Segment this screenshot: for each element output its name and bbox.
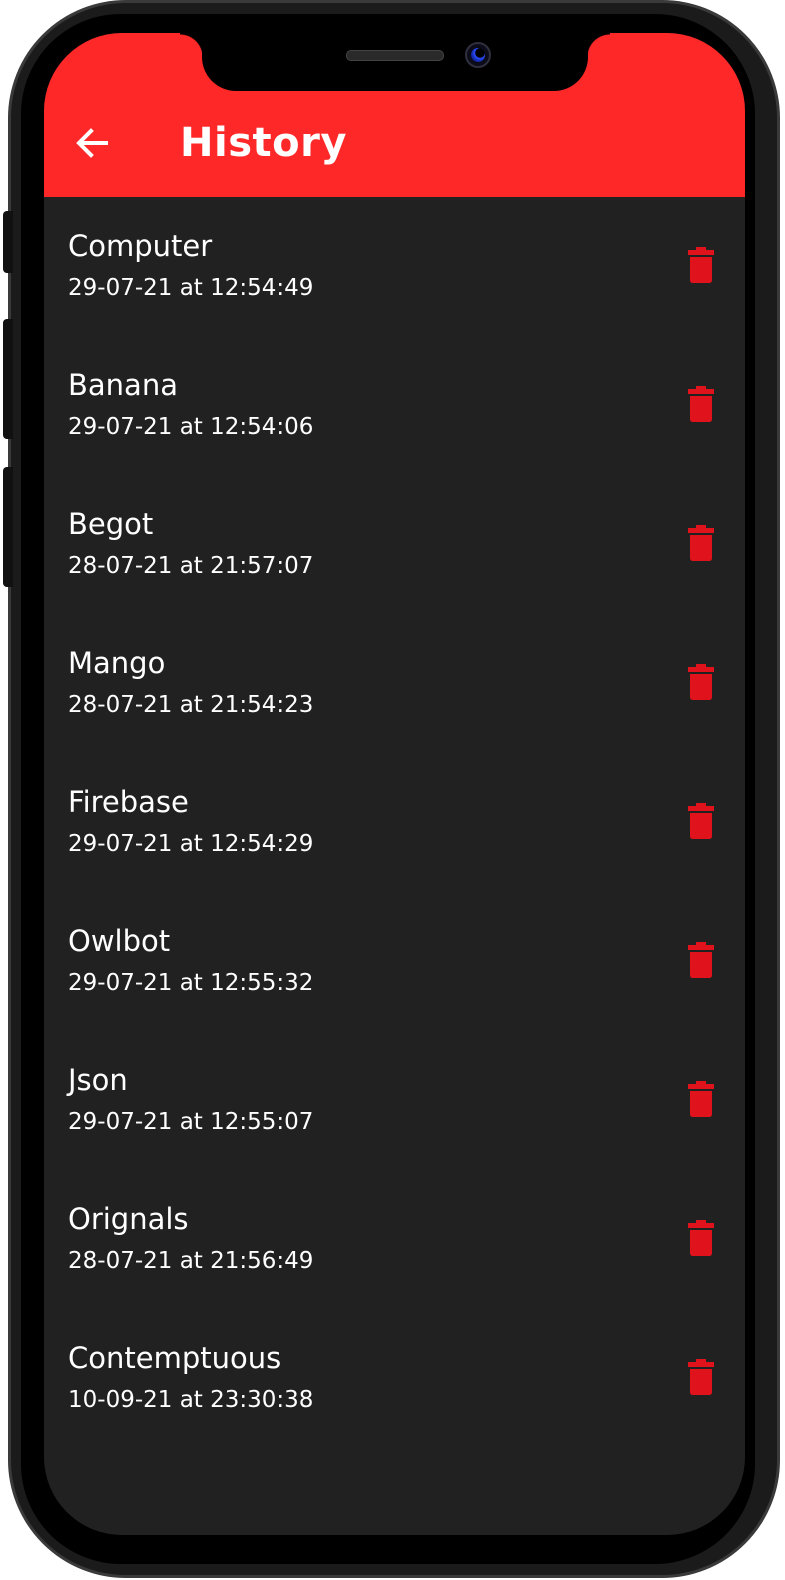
history-timestamp: 10-09-21 at 23:30:38: [68, 1387, 314, 1413]
volume-down-button: [3, 467, 13, 587]
history-item[interactable]: Owlbot 29-07-21 at 12:55:32: [44, 892, 745, 1031]
history-item[interactable]: Mango 28-07-21 at 21:54:23: [44, 614, 745, 753]
delete-button[interactable]: [686, 384, 716, 424]
trash-icon: [688, 803, 714, 839]
trash-icon: [688, 1220, 714, 1256]
history-item[interactable]: Contemptuous 10-09-21 at 23:30:38: [44, 1309, 745, 1448]
camera-notch: [180, 33, 610, 91]
delete-button[interactable]: [686, 1218, 716, 1258]
front-camera: [465, 42, 491, 68]
history-timestamp: 29-07-21 at 12:55:32: [68, 970, 314, 996]
back-button[interactable]: [72, 123, 112, 163]
history-item[interactable]: Computer 29-07-21 at 12:54:49: [44, 197, 745, 336]
history-word: Computer: [68, 229, 213, 263]
history-item[interactable]: Json 29-07-21 at 12:55:07: [44, 1031, 745, 1170]
volume-up-button: [3, 319, 13, 439]
delete-button[interactable]: [686, 245, 716, 285]
history-word: Firebase: [68, 785, 189, 819]
trash-icon: [688, 942, 714, 978]
arrow-left-icon: [76, 128, 108, 158]
history-timestamp: 29-07-21 at 12:54:29: [68, 831, 314, 857]
delete-button[interactable]: [686, 1079, 716, 1119]
delete-button[interactable]: [686, 1357, 716, 1397]
history-timestamp: 29-07-21 at 12:55:07: [68, 1109, 314, 1135]
history-item[interactable]: Begot 28-07-21 at 21:57:07: [44, 475, 745, 614]
delete-button[interactable]: [686, 940, 716, 980]
trash-icon: [688, 1081, 714, 1117]
history-timestamp: 28-07-21 at 21:57:07: [68, 553, 314, 579]
trash-icon: [688, 247, 714, 283]
history-word: Orignals: [68, 1202, 189, 1236]
history-word: Mango: [68, 646, 166, 680]
history-word: Begot: [68, 507, 154, 541]
trash-icon: [688, 1359, 714, 1395]
speaker-grille: [346, 50, 444, 61]
mute-switch: [3, 211, 13, 273]
trash-icon: [688, 386, 714, 422]
history-word: Banana: [68, 368, 178, 402]
delete-button[interactable]: [686, 801, 716, 841]
history-list: Computer 29-07-21 at 12:54:49 Banana 29-…: [44, 197, 745, 1448]
delete-button[interactable]: [686, 523, 716, 563]
app-screen: History Computer 29-07-21 at 12:54:49 Ba…: [44, 33, 745, 1535]
history-item[interactable]: Banana 29-07-21 at 12:54:06: [44, 336, 745, 475]
history-item[interactable]: Orignals 28-07-21 at 21:56:49: [44, 1170, 745, 1309]
history-word: Owlbot: [68, 924, 171, 958]
history-timestamp: 28-07-21 at 21:56:49: [68, 1248, 314, 1274]
trash-icon: [688, 525, 714, 561]
history-timestamp: 29-07-21 at 12:54:49: [68, 275, 314, 301]
delete-button[interactable]: [686, 662, 716, 702]
trash-icon: [688, 664, 714, 700]
history-timestamp: 28-07-21 at 21:54:23: [68, 692, 314, 718]
page-title: History: [180, 120, 347, 166]
history-timestamp: 29-07-21 at 12:54:06: [68, 414, 314, 440]
history-word: Json: [68, 1063, 128, 1097]
history-word: Contemptuous: [68, 1341, 282, 1375]
history-item[interactable]: Firebase 29-07-21 at 12:54:29: [44, 753, 745, 892]
